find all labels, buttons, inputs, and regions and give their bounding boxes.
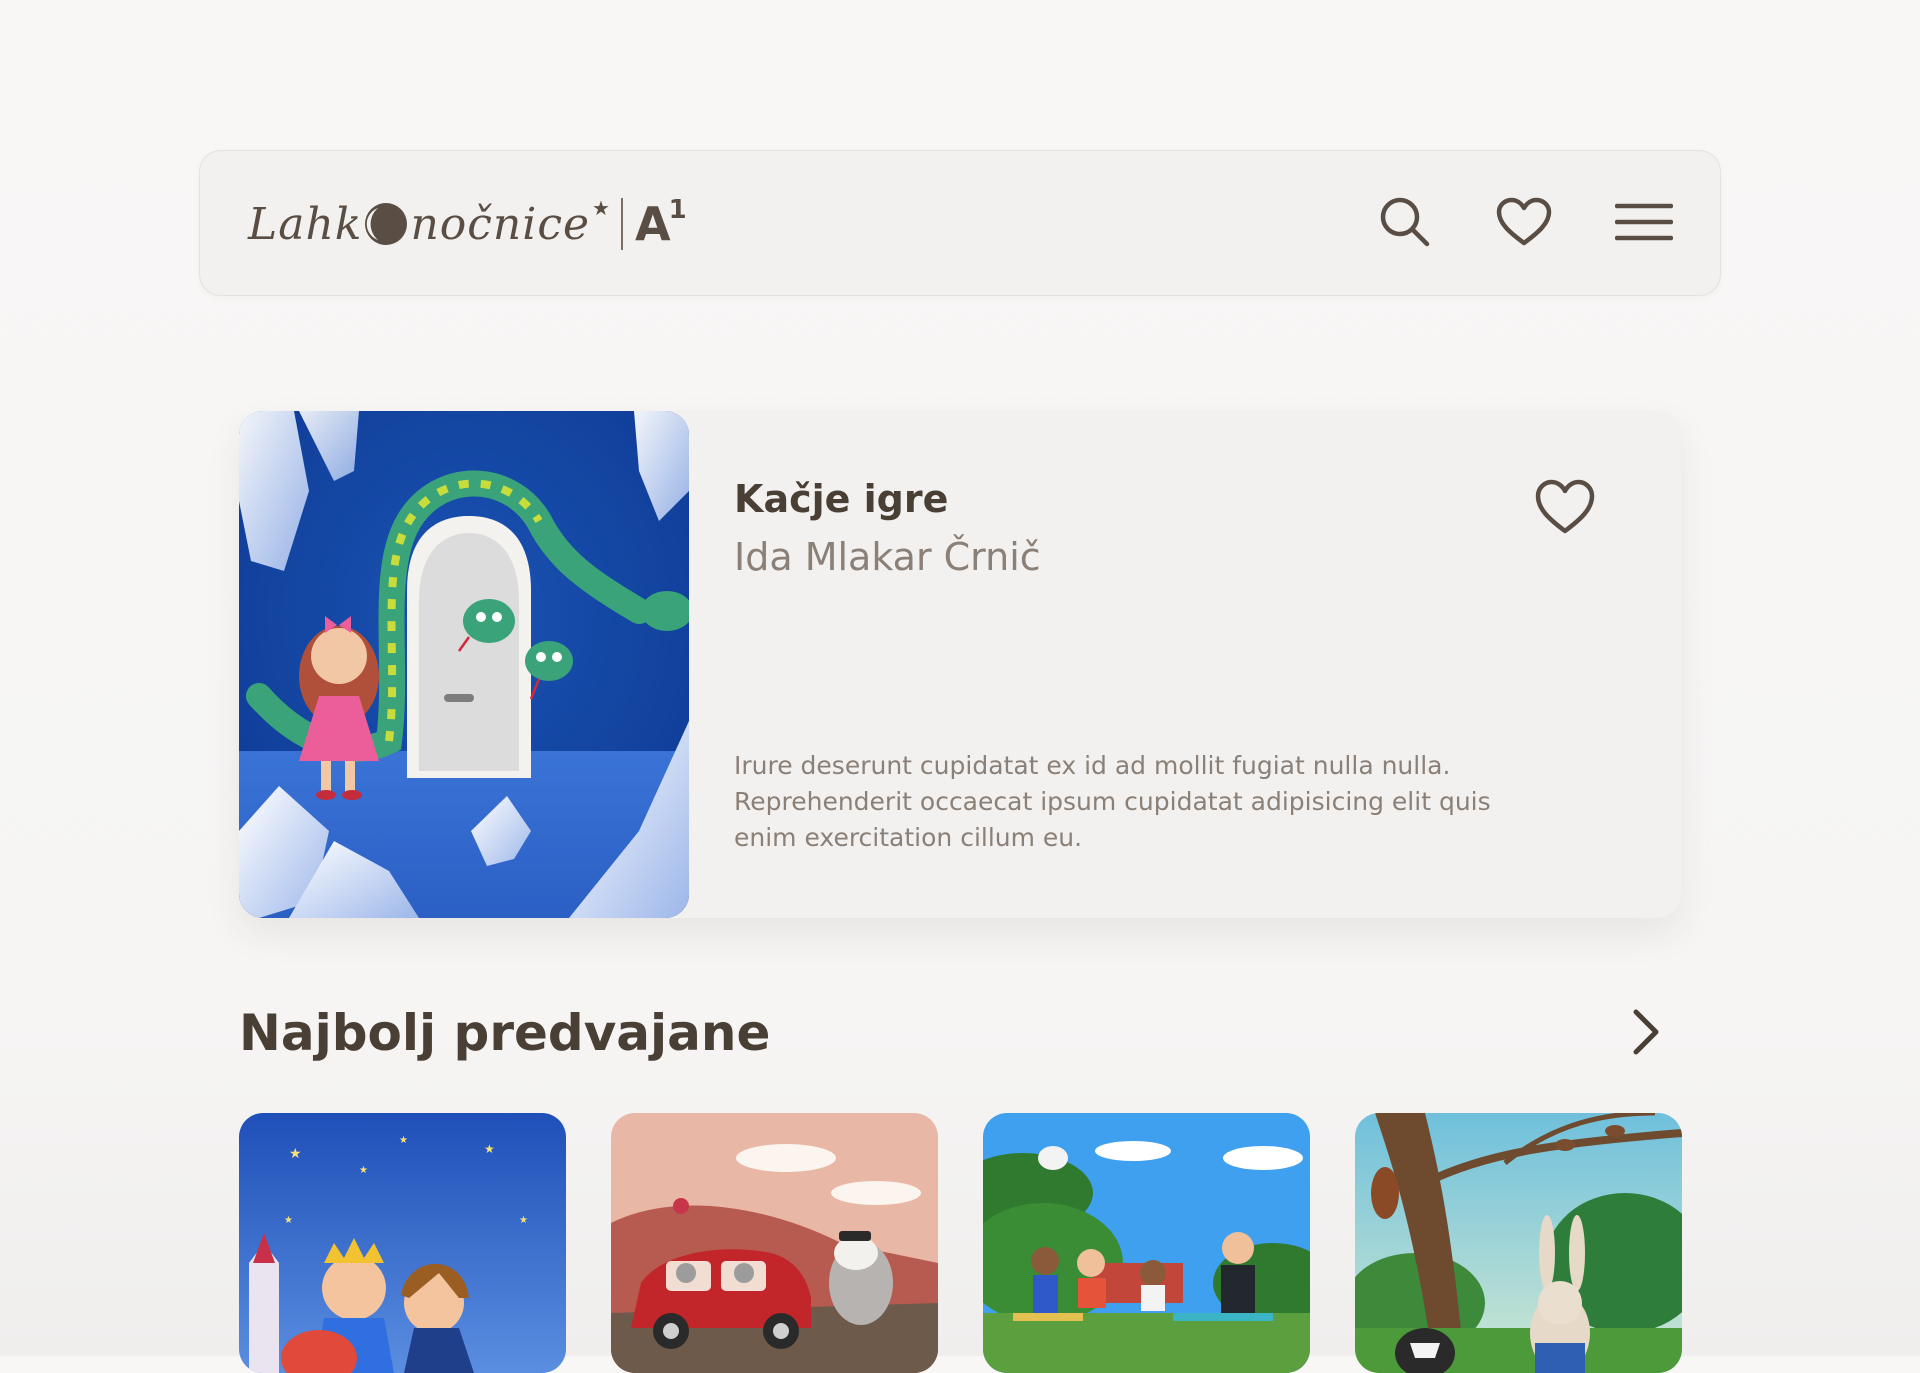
svg-text:★: ★ bbox=[284, 1215, 293, 1226]
featured-title[interactable]: Kačje igre bbox=[734, 477, 948, 521]
partner-logo-letter: A bbox=[634, 197, 671, 251]
logo-wordmark: Lahk nočnice ★ bbox=[248, 196, 611, 250]
brand-logo[interactable]: Lahk nočnice ★ A1 bbox=[248, 189, 687, 259]
story-cover-red-car bbox=[611, 1113, 938, 1373]
hamburger-menu-icon bbox=[1615, 203, 1673, 241]
featured-description: Irure deserunt cupidatat ex id ad mollit… bbox=[734, 751, 1491, 852]
search-icon bbox=[1380, 197, 1430, 247]
heart-icon bbox=[1496, 197, 1552, 246]
story-thumbnail[interactable] bbox=[983, 1113, 1310, 1373]
story-cover-night-prince: ★ ★ ★ ★ ★ ★ bbox=[239, 1113, 566, 1373]
favorites-button[interactable] bbox=[1493, 191, 1555, 253]
story-cover-forest-rabbit bbox=[1355, 1113, 1682, 1373]
logo-text-start: Lahk bbox=[248, 198, 363, 250]
svg-text:★: ★ bbox=[519, 1215, 528, 1226]
star-icon: ★ bbox=[592, 196, 611, 220]
partner-logo: A1 bbox=[634, 194, 687, 251]
menu-button[interactable] bbox=[1613, 191, 1675, 253]
featured-story-card[interactable]: Kačje igre Ida Mlakar Črnič Irure deseru… bbox=[239, 411, 1681, 918]
svg-text:★: ★ bbox=[399, 1135, 408, 1146]
svg-text:★: ★ bbox=[484, 1142, 495, 1156]
svg-text:★: ★ bbox=[289, 1146, 302, 1162]
moon-icon bbox=[365, 203, 408, 245]
story-thumbnail[interactable] bbox=[611, 1113, 938, 1373]
featured-cover-image bbox=[239, 411, 689, 918]
svg-text:★: ★ bbox=[359, 1165, 368, 1176]
section-next-button[interactable] bbox=[1626, 1006, 1666, 1058]
partner-logo-sup: 1 bbox=[668, 194, 687, 225]
search-button[interactable] bbox=[1374, 191, 1436, 253]
logo-text-end: nočnice bbox=[410, 198, 591, 250]
story-thumbnail[interactable]: ★ ★ ★ ★ ★ ★ bbox=[239, 1113, 566, 1373]
top-navigation-bar: Lahk nočnice ★ A1 bbox=[199, 150, 1721, 296]
snake-door-illustration bbox=[239, 411, 689, 918]
story-thumbnail[interactable] bbox=[1355, 1113, 1682, 1373]
section-title: Najbolj predvajane bbox=[239, 1004, 771, 1062]
logo-divider bbox=[620, 198, 623, 250]
chevron-right-icon bbox=[1633, 1009, 1659, 1055]
heart-icon bbox=[1535, 479, 1595, 534]
featured-author: Ida Mlakar Črnič bbox=[734, 535, 1041, 579]
story-cover-park-kids bbox=[983, 1113, 1310, 1373]
featured-favorite-button[interactable] bbox=[1533, 477, 1597, 537]
